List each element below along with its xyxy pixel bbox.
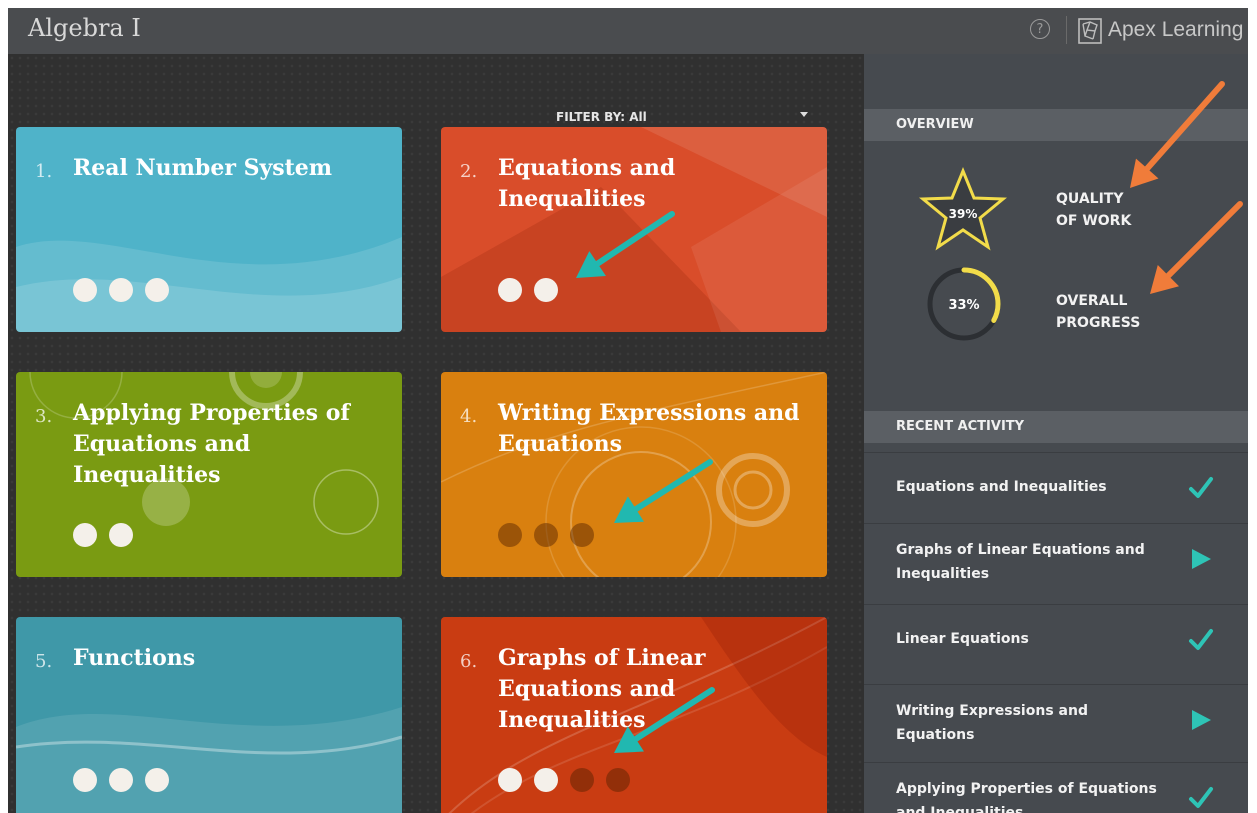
recent-activity-item[interactable]: Graphs of Linear Equations and Inequalit… [864,523,1248,604]
unit-title: Writing Expressions and Equations [498,400,800,457]
progress-dot-complete [73,523,97,547]
brand-name: Apex Learning [1108,18,1244,41]
apex-logo-icon [1078,18,1102,44]
side-panel: OVERVIEW 39% QUALITY OF WORK 33% OVERALL… [864,54,1248,813]
unit-card-5[interactable]: 5. Functions [16,617,402,813]
quality-label: QUALITY OF WORK [1056,188,1131,232]
progress-dot-complete [498,768,522,792]
unit-number: 6. [460,651,478,672]
recent-activity-heading: RECENT ACTIVITY [864,411,1248,443]
unit-grid: FILTER BY: All 1. Real Number System 2. … [8,54,864,813]
page-title: Algebra I [28,14,141,42]
recent-activity-label: Linear Equations [896,631,1029,647]
overview-heading: OVERVIEW [864,109,1248,141]
progress-dot-incomplete [498,523,522,547]
unit-progress-dots [73,768,169,792]
progress-dot-complete [145,278,169,302]
unit-title: Functions [73,645,196,671]
progress-dot-complete [498,278,522,302]
unit-title: Graphs of Linear Equations and Inequalit… [498,645,706,733]
progress-dot-complete [73,278,97,302]
unit-title: Real Number System [73,155,333,181]
progress-dot-complete [534,768,558,792]
progress-label: OVERALL PROGRESS [1056,290,1140,334]
progress-label-line2: PROGRESS [1056,315,1141,331]
unit-progress-dots [73,523,133,547]
header-bar: Algebra I ? Apex Learning [8,8,1248,54]
unit-number: 4. [460,406,478,427]
recent-activity-item[interactable]: Equations and Inequalities [864,452,1248,523]
recent-activity-label: Graphs of Linear Equations and Inequalit… [896,542,1145,582]
play-icon [1192,710,1211,730]
unit-title: Equations and Inequalities [498,155,676,212]
progress-dot-complete [145,768,169,792]
recent-activity-item[interactable]: Applying Properties of Equations and Ine… [864,762,1248,813]
unit-card-4[interactable]: 4. Writing Expressions and Equations [441,372,827,577]
unit-progress-dots [73,278,169,302]
recent-activity-item[interactable]: Linear Equations [864,604,1248,684]
quality-label-line2: OF WORK [1056,213,1132,229]
app-window: Algebra I ? Apex Learning FILTER BY: All… [8,8,1248,813]
unit-card-1[interactable]: 1. Real Number System [16,127,402,332]
recent-activity-label: Applying Properties of Equations and Ine… [896,781,1157,813]
unit-number: 3. [35,406,53,427]
progress-dot-complete [109,278,133,302]
quality-label-line1: QUALITY [1056,191,1124,207]
filter-label[interactable]: FILTER BY: All [556,110,647,124]
caret-down-icon[interactable] [800,112,808,117]
checkmark-icon [1189,477,1213,498]
checkmark-icon [1189,629,1213,650]
progress-value: 33% [948,298,979,313]
checkmark-icon [1189,787,1213,808]
recent-activity-item[interactable]: Writing Expressions and Equations [864,684,1248,762]
help-icon[interactable]: ? [1030,19,1050,39]
unit-card-3[interactable]: 3. Applying Properties of Equations and … [16,372,402,577]
recent-activity-label: Writing Expressions and Equations [896,703,1088,743]
progress-label-line1: OVERALL [1056,293,1128,309]
unit-number: 2. [460,161,478,182]
progress-dot-incomplete [570,768,594,792]
header-divider [1066,16,1067,44]
unit-progress-dots [498,278,558,302]
progress-dot-complete [73,768,97,792]
progress-dot-complete [109,768,133,792]
progress-dot-complete [109,523,133,547]
unit-progress-dots [498,523,594,547]
star-icon: 39% [918,167,1008,251]
unit-number: 5. [35,651,53,672]
unit-card-2[interactable]: 2. Equations and Inequalities [441,127,827,332]
unit-number: 1. [35,161,53,182]
quality-value: 39% [949,207,978,221]
play-icon [1192,549,1211,569]
recent-activity-label: Equations and Inequalities [896,479,1107,495]
progress-dot-incomplete [534,523,558,547]
unit-card-6[interactable]: 6. Graphs of Linear Equations and Inequa… [441,617,827,813]
unit-title: Applying Properties of Equations and Ine… [73,400,350,488]
progress-dot-incomplete [606,768,630,792]
progress-dot-complete [534,278,558,302]
unit-progress-dots [498,768,630,792]
progress-ring: 33% [927,267,1001,341]
progress-dot-incomplete [570,523,594,547]
